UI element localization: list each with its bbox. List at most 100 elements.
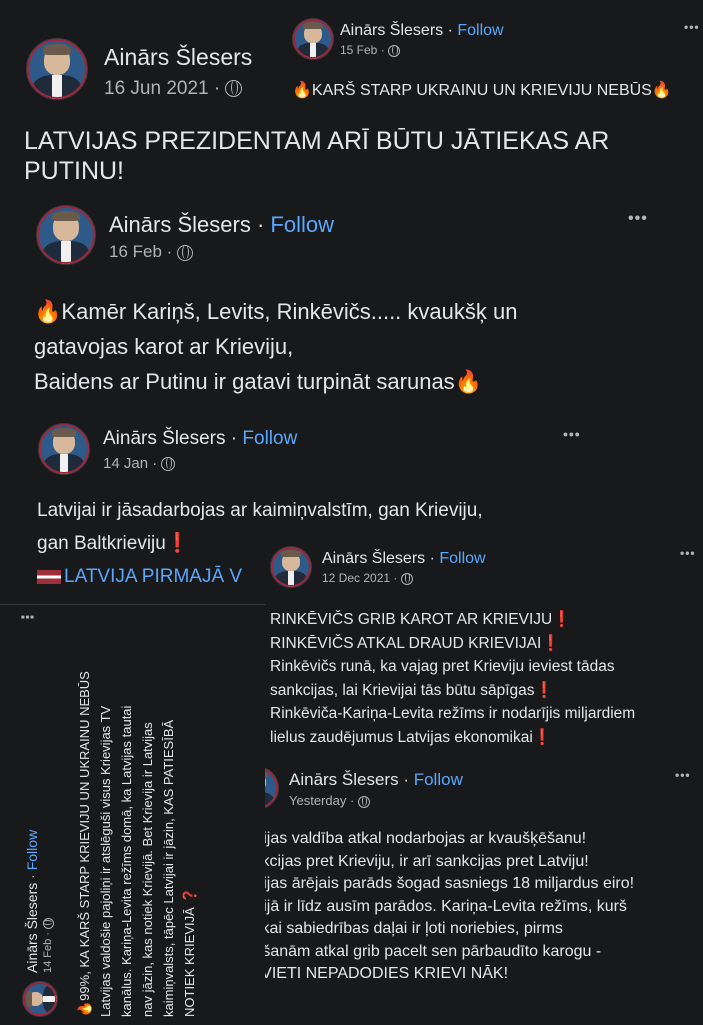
post-text-line-1: RINKĒVIČS GRIB KAROT AR KRIEVIJU❗ (270, 608, 700, 632)
post-text-line-4: sankcijas, lai Krievijai tās būtu sāpīga… (270, 679, 700, 703)
date-text: 16 Jun 2021 (104, 78, 209, 99)
post-text: RINKĒVIČS GRIB KAROT AR KRIEVIJU❗ RINKĒV… (270, 608, 700, 749)
date-text: 15 Feb (340, 43, 378, 57)
post-date: 15 Feb · (340, 43, 401, 57)
line-text: NOTIEK KRIEVIJĀ (182, 907, 197, 1017)
follow-button[interactable]: Follow (242, 428, 297, 449)
follow-button[interactable]: Follow (270, 212, 334, 237)
post-text-line-3: Rinkēvičs runā, ka vajag pret Krieviju i… (270, 658, 615, 675)
post-text-line-5: kaimiņvalsts, tāpēc Latvijai ir jāzin, K… (161, 719, 176, 1017)
post-text-line-6: vēlēšanām atkal grib pacelt sen pārbaudī… (233, 942, 602, 960)
globe-icon (225, 80, 243, 98)
globe-icon (161, 457, 176, 472)
more-options-icon[interactable]: ••• (563, 426, 581, 442)
date-text: 14 Feb (42, 938, 54, 973)
post-15-feb: Ainārs Šlesers · Follow 15 Feb · ••• 🔥KA… (290, 10, 703, 110)
exclamation-icon: ❗ (165, 533, 190, 554)
exclamation-icon: ❗ (541, 634, 561, 652)
fire-icon: 🔥 (454, 369, 483, 394)
post-date: 12 Dec 2021 · (322, 571, 413, 585)
post-text-line-4: Latvijā ir līdz ausīm parādos. Kariņa-Le… (233, 897, 627, 915)
more-options-icon[interactable]: ••• (628, 210, 648, 228)
post-text-line-5: Rinkēviča-Kariņa-Levita režīms ir nodarī… (270, 705, 636, 722)
post-text: 🔥Kamēr Kariņš, Levits, Rinkēvičs..... kv… (34, 294, 694, 399)
line-text: 99%, KA KARŠ STARP KRIEVIJU UN UKRAINU N… (77, 671, 92, 1001)
post-text: 🔥KARŠ STARP UKRAINU UN KRIEVIJU NEBŪS🔥 (292, 80, 672, 100)
author-header: Ainārs Šlesers · Follow (322, 550, 486, 567)
date-text: Yesterday (289, 793, 347, 808)
post-date: 16 Jun 2021 · (104, 78, 243, 100)
fire-icon: 🔥 (292, 82, 312, 99)
more-options-icon[interactable]: ••• (684, 20, 700, 34)
post-text: LATVIJAS PREZIDENTAM ARĪ BŪTU JĀTIEKAS A… (24, 127, 610, 185)
post-14-feb-rotated: Ainārs Šlesers · Follow 14 Feb · ⋮ 🔥99%,… (0, 604, 265, 1025)
follow-button[interactable]: Follow (24, 830, 40, 870)
author-name[interactable]: Ainārs Šlesers (340, 22, 443, 39)
follow-button[interactable]: Follow (414, 770, 463, 789)
post-text-line-5: lielākai sabiedrības daļai ir ļoti norie… (233, 920, 563, 937)
author-header: Ainārs Šlesers · Follow (289, 770, 463, 789)
line-text: sankcijas, lai Krievijai tās būtu sāpīga… (270, 681, 535, 699)
date-text: 16 Feb (109, 242, 162, 261)
author-header: Ainārs Šlesers · Follow (109, 212, 334, 237)
post-yesterday: Ainārs Šlesers · Follow Yesterday · ••• … (225, 758, 703, 1024)
post-text-line-3: Latvijas ārējais parāds šogad sasniegs 1… (233, 875, 635, 892)
exclamation-icon: ❗ (534, 681, 554, 699)
exclamation-icon: ❗ (532, 728, 553, 746)
post-date: 14 Feb · (42, 917, 54, 973)
globe-icon (357, 795, 370, 808)
avatar[interactable] (22, 981, 58, 1017)
rotated-post-content: Ainārs Šlesers · Follow 14 Feb · ⋮ 🔥99%,… (0, 605, 265, 1025)
line-text: RINKĒVIČS GRIB KAROT AR KRIEVIJU (270, 611, 553, 628)
line-text: Baidens ar Putinu ir gatavi turpināt sar… (34, 369, 455, 394)
more-options-icon[interactable]: ••• (675, 768, 691, 782)
post-text-line-2: RINKĒVIČS ATKAL DRAUD KRIEVIJAI❗ (270, 632, 700, 656)
author-name[interactable]: Ainārs Šlesers (104, 44, 252, 71)
post-text-line-6: NOTIEK KRIEVIJĀ ❓ (179, 607, 200, 1017)
line-text[interactable]: LATVIJA PIRMAJĀ V (64, 566, 242, 587)
author-header: Ainārs Šlesers · Follow (103, 428, 298, 449)
post-date: Yesterday · (289, 793, 370, 808)
post-date: 16 Feb · (109, 242, 194, 262)
post-text-line-4: nav jāzin, kas notiek Krievijā. Bet Krie… (140, 722, 155, 1017)
post-text-line-2: Sankcijas pret Krieviju, ir arī sankcija… (233, 852, 589, 870)
follow-button[interactable]: Follow (457, 22, 503, 39)
line-text: gan Baltkrieviju (37, 533, 166, 554)
author-name[interactable]: Ainārs Šlesers (103, 428, 226, 449)
follow-button[interactable]: Follow (439, 550, 485, 567)
post-12-dec-2021: Ainārs Šlesers · Follow 12 Dec 2021 · ••… (265, 540, 703, 765)
author-header: Ainārs Šlesers · Follow (24, 829, 40, 973)
post-text-line-6: lielus zaudējumus Latvijas ekonomikai❗ (270, 726, 700, 750)
author-name[interactable]: Ainārs Šlesers (109, 212, 251, 237)
more-vertical-icon[interactable]: ⋮ (18, 608, 38, 625)
globe-icon (42, 917, 54, 929)
date-text: 14 Jan (103, 455, 149, 472)
author-name[interactable]: Ainārs Šlesers (24, 883, 40, 973)
avatar[interactable] (26, 38, 88, 100)
fire-icon: 🔥 (77, 1000, 92, 1017)
fire-icon: 🔥 (651, 82, 672, 99)
post-text-line-3: kanālus. Kariņa-Levita režīms domā, ka L… (119, 705, 134, 1017)
post-text-line-1: 🔥99%, KA KARŠ STARP KRIEVIJU UN UKRAINU … (74, 607, 95, 1017)
author-name[interactable]: Ainārs Šlesers (289, 770, 399, 789)
avatar[interactable] (292, 18, 334, 60)
post-text-line-1: 🔥Kamēr Kariņš, Levits, Rinkēvičs..... kv… (34, 294, 694, 329)
question-icon: ❓ (182, 887, 197, 904)
avatar[interactable] (38, 423, 90, 475)
date-text: 12 Dec 2021 (322, 571, 391, 585)
more-options-icon[interactable]: ••• (680, 546, 696, 560)
avatar[interactable] (36, 205, 96, 265)
post-16-feb: Ainārs Šlesers · Follow 16 Feb · ••• 🔥Ka… (0, 196, 703, 416)
post-text: 🔥99%, KA KARŠ STARP KRIEVIJU UN UKRAINU … (74, 607, 200, 1017)
post-date: 14 Jan · (103, 455, 176, 472)
post-text-content: KARŠ STARP UKRAINU UN KRIEVIJU NEBŪS (311, 82, 652, 99)
avatar[interactable] (270, 546, 312, 588)
post-text-line-7: LATVIETI NEPADODIES KRIEVI NĀK! (233, 965, 509, 982)
line-text: RINKĒVIČS ATKAL DRAUD KRIEVIJAI (270, 634, 542, 652)
post-text-line-3: Baidens ar Putinu ir gatavi turpināt sar… (34, 364, 694, 399)
post-text-line-1: Latvijas valdība atkal nodarbojas ar kva… (233, 830, 587, 847)
line-text: lielus zaudējumus Latvijas ekonomikai (270, 728, 533, 746)
globe-icon (388, 44, 401, 57)
author-name[interactable]: Ainārs Šlesers (322, 550, 425, 567)
post-text: Latvijas valdība atkal nodarbojas ar kva… (233, 828, 703, 986)
